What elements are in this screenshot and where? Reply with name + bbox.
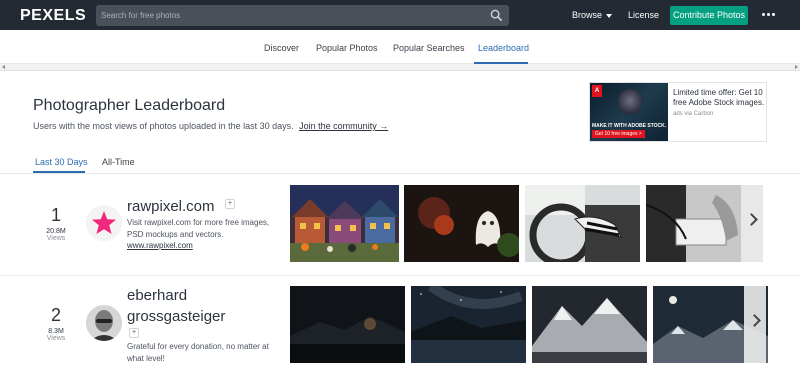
join-community-link[interactable]: Join the community → xyxy=(299,121,388,131)
views-count: 20.8M xyxy=(46,228,66,235)
horizontal-scrollbar[interactable] xyxy=(0,64,800,71)
pexels-logo[interactable]: PEXELS xyxy=(20,7,86,25)
search-bar[interactable] xyxy=(96,5,509,26)
adobe-logo-icon: A xyxy=(592,85,602,97)
scroll-right-icon[interactable] xyxy=(795,65,798,69)
carbon-ad[interactable]: A MAKE IT WITH ADOBE STOCK. Get 10 free … xyxy=(589,82,767,142)
views-label: Views xyxy=(46,335,66,342)
ghost-costume-photo xyxy=(404,185,519,262)
top-navbar: PEXELS Browse License Contribute Photos xyxy=(0,0,800,30)
avatar[interactable] xyxy=(86,305,122,341)
photographer-website-link[interactable]: www.rawpixel.com xyxy=(127,241,193,250)
more-options-icon[interactable] xyxy=(762,13,776,17)
next-photos-arrow[interactable] xyxy=(744,286,766,363)
chevron-right-icon xyxy=(748,314,761,327)
views-label: Views xyxy=(46,235,66,242)
search-input[interactable] xyxy=(101,7,481,24)
rank-number: 2 xyxy=(50,305,61,325)
photo-thumbnail[interactable] xyxy=(532,286,647,363)
photo-thumbnail[interactable] xyxy=(290,286,405,363)
snowy-peaks-photo xyxy=(532,286,647,363)
tab-last-30-days[interactable]: Last 30 Days xyxy=(35,157,88,167)
ad-image-cta: Get 10 free images > xyxy=(592,130,645,138)
page-title: Photographer Leaderboard xyxy=(33,97,226,114)
starry-lake-photo xyxy=(411,286,526,363)
photographer-name-line2[interactable]: grossgasteiger xyxy=(127,306,225,327)
halloween-houses-photo xyxy=(290,185,399,262)
next-photos-arrow[interactable] xyxy=(741,185,763,262)
photographer-name[interactable]: rawpixel.com xyxy=(127,196,215,217)
photo-thumbnail[interactable] xyxy=(525,185,640,262)
views-count: 8.3M xyxy=(48,328,64,335)
browse-label: Browse xyxy=(572,10,603,20)
rank-block: 2 8.3M Views xyxy=(41,305,71,342)
page-subtitle: Users with the most views of photos uplo… xyxy=(33,121,388,131)
photo-thumbnail[interactable] xyxy=(404,185,519,262)
subtitle-text: Users with the most views of photos uplo… xyxy=(33,121,294,131)
photographer-description: Visit rawpixel.com for more free images,… xyxy=(127,218,270,239)
ad-portrait xyxy=(618,89,642,115)
rank-number: 1 xyxy=(50,205,61,225)
ad-via[interactable]: ads via Carbon xyxy=(673,111,713,117)
caret-down-icon xyxy=(606,13,613,18)
ad-image-tagline: MAKE IT WITH ADOBE STOCK. xyxy=(592,123,667,129)
photo-thumbnail[interactable] xyxy=(411,286,526,363)
chevron-right-icon xyxy=(745,213,758,226)
contribute-photos-button[interactable]: Contribute Photos xyxy=(670,6,748,25)
ad-text[interactable]: Limited time offer: Get 10 free Adobe St… xyxy=(673,88,765,108)
license-link[interactable]: License xyxy=(628,10,659,20)
subnav-popular-photos[interactable]: Popular Photos xyxy=(316,43,378,53)
browse-menu[interactable]: Browse xyxy=(572,10,613,20)
car-interior-photo xyxy=(525,185,640,262)
photographer-name[interactable]: eberhard xyxy=(127,285,187,306)
photographer-description: Grateful for every donation, no matter a… xyxy=(127,342,269,363)
rank-block: 1 20.8M Views xyxy=(41,205,71,242)
photo-thumbnail[interactable] xyxy=(290,185,399,262)
avatar[interactable] xyxy=(86,205,122,241)
ad-image[interactable]: A MAKE IT WITH ADOBE STOCK. Get 10 free … xyxy=(590,83,668,141)
follow-button[interactable]: + xyxy=(129,328,139,338)
row-divider xyxy=(0,275,800,276)
scroll-left-icon[interactable] xyxy=(2,65,5,69)
tab-all-time[interactable]: All-Time xyxy=(102,157,135,167)
sub-navigation: Discover Popular Photos Popular Searches… xyxy=(0,30,800,64)
subnav-leaderboard[interactable]: Leaderboard xyxy=(478,43,529,53)
subnav-discover[interactable]: Discover xyxy=(264,43,299,53)
subnav-popular-searches[interactable]: Popular Searches xyxy=(393,43,465,53)
search-icon[interactable] xyxy=(490,9,503,22)
star-icon xyxy=(92,211,116,234)
night-mountains-photo xyxy=(290,286,405,363)
portrait-avatar xyxy=(86,305,122,341)
follow-button[interactable]: + xyxy=(225,199,235,209)
tabs-divider xyxy=(0,173,800,174)
